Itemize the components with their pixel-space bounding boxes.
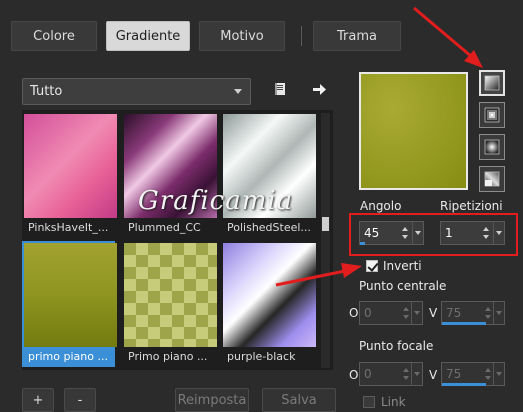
annotation-arrows: [275, 6, 483, 287]
annotation-arrow-style: [413, 6, 473, 59]
arrowhead-icon: [341, 263, 362, 278]
annotation-arrow-invert: [275, 269, 346, 287]
